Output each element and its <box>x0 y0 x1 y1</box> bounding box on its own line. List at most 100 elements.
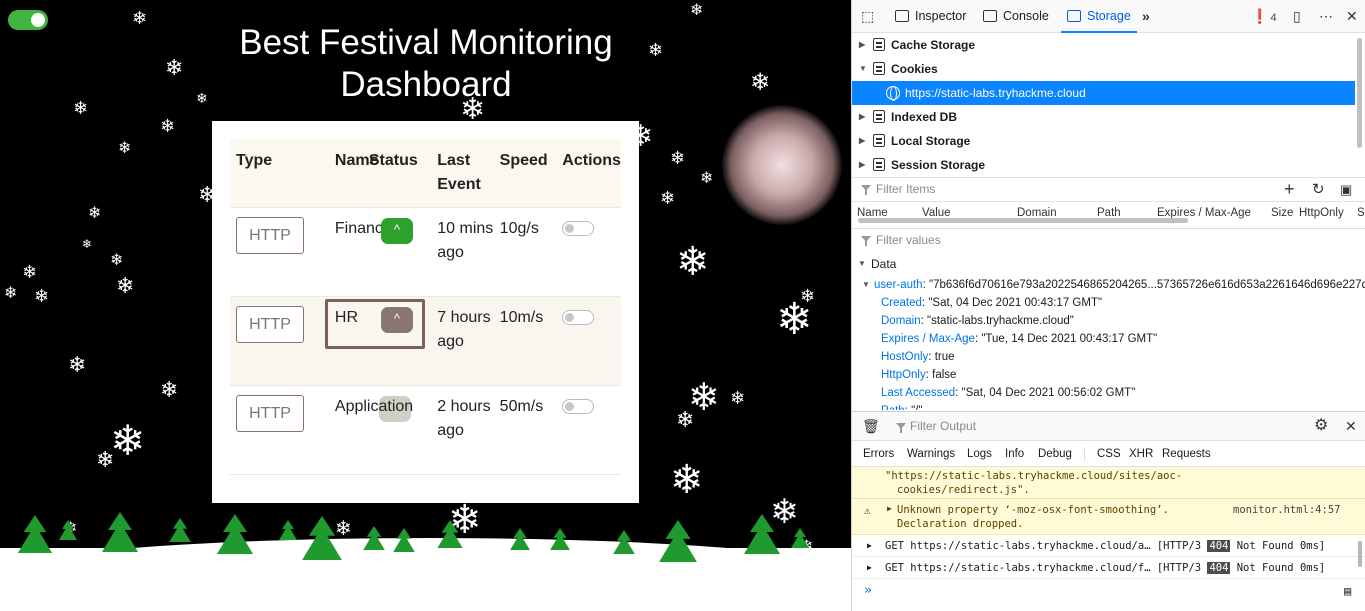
expand-arrow-icon: ▶ <box>859 40 866 49</box>
tab-console[interactable]: Console <box>983 0 1049 33</box>
console-scrollbar[interactable] <box>1358 541 1362 567</box>
error-icon[interactable]: ❗ 4 <box>1251 8 1277 26</box>
dock-icon[interactable]: ▯ <box>1293 8 1301 24</box>
type-http-button[interactable]: HTTP <box>236 395 304 432</box>
filter-css-button[interactable]: CSS <box>1093 445 1125 463</box>
tab-storage[interactable]: Storage <box>1061 0 1137 33</box>
storage-tree: ▶ Cache Storage ▼ Cookies https://static-l… <box>852 33 1355 177</box>
filter-divider <box>1084 447 1085 461</box>
type-http-button[interactable]: HTTP <box>236 306 304 343</box>
settings-gear-icon[interactable]: ⚙ <box>1314 418 1328 434</box>
col-cookie-httponly[interactable]: HttpOnly <box>1299 207 1344 219</box>
table-h-scrollbar[interactable] <box>858 218 1188 223</box>
add-item-icon[interactable]: + <box>1284 180 1295 198</box>
split-console-icon[interactable]: ▤ <box>1344 583 1351 599</box>
action-toggle[interactable] <box>562 399 595 414</box>
filter-errors-button[interactable]: Errors <box>859 445 898 463</box>
cookie-field[interactable]: Created: "Sat, 04 Dec 2021 00:43:17 GMT" <box>852 294 1365 312</box>
cookie-field[interactable]: HttpOnly: false <box>852 366 1365 384</box>
cookie-field[interactable]: HostOnly: true <box>852 348 1365 366</box>
tree-item-cookies[interactable]: ▼ Cookies <box>852 57 1355 81</box>
console-warning[interactable]: ⚠ ▶ Unknown property ‘-moz-osx-font-smoo… <box>852 499 1365 535</box>
more-tabs-icon[interactable]: » <box>1142 8 1150 24</box>
col-cookie-secure[interactable]: Se <box>1357 207 1365 219</box>
cookie-value: "7b636f6d70616e793a2022546865204265...57… <box>928 279 1365 291</box>
close-console-icon[interactable]: ✕ <box>1345 418 1357 434</box>
console-toolbar: 🗑 Filter Output ⚙ ✕ <box>852 411 1365 441</box>
festival-site: ❄❄❄❄❄❄❄❄❄❄❄❄❄❄❄❄❄❄❄❄❄❄❄❄❄❄❄❄❄❄❄❄❄❄❄❄❄❄❄❄… <box>0 0 851 611</box>
filter-warnings-button[interactable]: Warnings <box>903 445 959 463</box>
tree-scrollbar[interactable] <box>1357 38 1362 148</box>
trash-icon[interactable]: 🗑 <box>862 418 880 434</box>
expand-arrow-icon[interactable]: ▶ <box>887 504 892 513</box>
status-indicator[interactable]: ^ <box>380 218 413 244</box>
filter-xhr-button[interactable]: XHR <box>1125 445 1157 463</box>
console-request[interactable]: ▶ GET https://static-labs.tryhackme.clou… <box>852 535 1365 557</box>
tree-item-indexed-db[interactable]: ▶ Indexed DB <box>852 105 1355 129</box>
action-toggle[interactable] <box>562 221 595 236</box>
filter-requests-button[interactable]: Requests <box>1158 445 1215 463</box>
database-icon <box>873 110 885 123</box>
cookie-field[interactable]: Last Accessed: "Sat, 04 Dec 2021 00:56:0… <box>852 384 1365 402</box>
monitoring-panel: Type Name Status Last Event Speed Action… <box>212 121 639 503</box>
collapse-arrow-icon: ▼ <box>862 280 870 289</box>
col-cookie-size[interactable]: Size <box>1271 207 1293 219</box>
expand-arrow-icon: ▶ <box>859 160 866 169</box>
filter-icon <box>861 236 871 246</box>
row-name: Application <box>334 398 414 415</box>
expand-arrow-icon: ▶ <box>867 563 872 572</box>
console-message[interactable]: "https://static-labs.tryhackme.cloud/sit… <box>852 467 1365 499</box>
tree-icon <box>102 522 138 552</box>
cookie-field[interactable]: Domain: "static-labs.tryhackme.cloud" <box>852 312 1365 330</box>
cookie-entry[interactable]: ▼ user-auth: "7b636f6d70616e793a20225468… <box>852 276 1365 294</box>
cookie-field[interactable]: Expires / Max-Age: "Tue, 14 Dec 2021 00:… <box>852 330 1365 348</box>
tree-icon <box>302 527 342 560</box>
filter-info-button[interactable]: Info <box>1001 445 1028 463</box>
filter-output-input[interactable]: Filter Output <box>910 415 976 438</box>
tree-icon <box>437 527 463 548</box>
sidebar-toggle-icon[interactable]: ▣ <box>1340 182 1352 198</box>
table-row: HTTP HR ^ 7 hours ago 10m/s <box>230 296 621 386</box>
tree-item-cache-storage[interactable]: ▶ Cache Storage <box>852 33 1355 57</box>
col-actions: Actions <box>562 152 621 169</box>
expand-arrow-icon: ▶ <box>859 112 866 121</box>
database-icon <box>873 62 885 75</box>
tree-icon <box>744 524 780 554</box>
cookie-name: user-auth <box>874 279 923 291</box>
expand-arrow-icon: ▶ <box>859 136 866 145</box>
pick-element-icon[interactable]: ⬚ <box>861 8 874 24</box>
action-toggle[interactable] <box>562 310 595 325</box>
cookie-field[interactable]: Path: "/" <box>852 402 1365 410</box>
refresh-icon[interactable]: ↻ <box>1312 182 1325 198</box>
console-output: "https://static-labs.tryhackme.cloud/sit… <box>852 467 1365 611</box>
row-last-event: 2 hours ago <box>431 385 494 475</box>
source-link[interactable]: monitor.html:4:57 <box>1233 503 1340 517</box>
console-request[interactable]: ▶ GET https://static-labs.tryhackme.clou… <box>852 557 1365 579</box>
col-type: Type <box>236 152 273 169</box>
tree-item-local-storage[interactable]: ▶ Local Storage <box>852 129 1355 153</box>
type-http-button[interactable]: HTTP <box>236 217 304 254</box>
cookie-data-panel: ▼ Data ▼ user-auth: "7b636f6d70616e793a2… <box>852 252 1365 410</box>
tree-icon <box>17 524 53 553</box>
menu-dots-icon[interactable]: ⋯ <box>1319 8 1333 24</box>
filter-logs-button[interactable]: Logs <box>963 445 996 463</box>
console-prompt[interactable]: » <box>864 581 872 601</box>
theme-toggle[interactable] <box>8 10 48 30</box>
tab-inspector[interactable]: Inspector <box>895 0 966 33</box>
database-icon <box>873 134 885 147</box>
close-icon[interactable]: ✕ <box>1346 8 1358 24</box>
status-indicator[interactable]: ^ <box>380 307 413 333</box>
filter-debug-button[interactable]: Debug <box>1034 445 1076 463</box>
filter-icon <box>896 423 906 433</box>
tree-item-cookie-origin[interactable]: https://static-labs.tryhackme.cloud <box>852 81 1355 105</box>
tree-icon <box>279 525 297 540</box>
row-speed: 10g/s <box>493 207 557 297</box>
devtools-panel: ⬚ Inspector Console Storage » ❗ 4 ▯ ⋯ ✕ ▶… <box>851 0 1365 611</box>
tree-item-session-storage[interactable]: ▶ Session Storage <box>852 153 1355 177</box>
row-last-event: 10 mins ago <box>431 207 494 297</box>
tree-icon <box>217 524 253 554</box>
data-section-header[interactable]: ▼ Data <box>852 255 1365 273</box>
filter-values-input[interactable]: Filter values <box>876 229 941 252</box>
filter-items-input[interactable]: Filter Items <box>876 178 935 201</box>
filter-values-bar: Filter values <box>852 228 1365 251</box>
